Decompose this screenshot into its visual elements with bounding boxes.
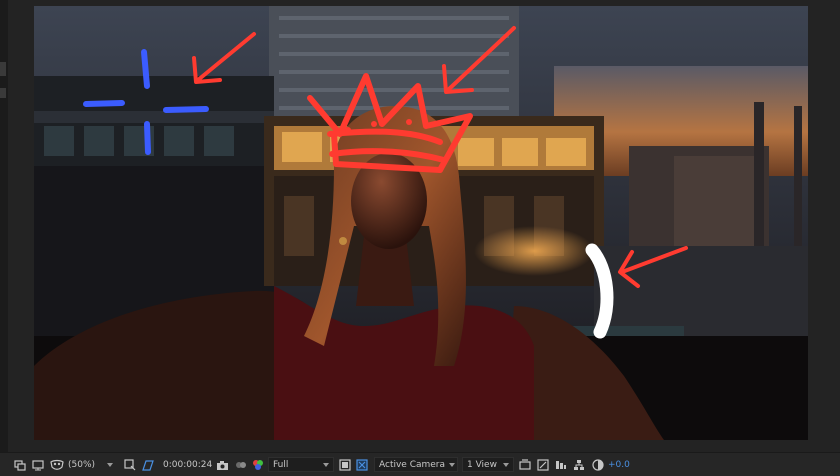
- timeline-icon[interactable]: [555, 457, 567, 473]
- panel-tab-marker[interactable]: [0, 62, 6, 76]
- always-preview-icon[interactable]: [14, 457, 26, 473]
- camera-view-value: Active Camera: [379, 459, 446, 470]
- camera-icon[interactable]: [216, 457, 229, 473]
- toggle-pixel-aspect-icon[interactable]: [519, 457, 531, 473]
- composition-frame: [34, 6, 808, 440]
- chevron-down-icon: [449, 462, 456, 467]
- show-snapshot-icon[interactable]: [235, 457, 247, 473]
- resolution-value: Full: [273, 459, 289, 470]
- composition-panel: (50%) 0:00:00:24 Full Active Camera 1 Vi…: [0, 0, 840, 476]
- composition-viewer[interactable]: [34, 6, 808, 440]
- view-layout-value: 1 View: [467, 459, 497, 470]
- flowchart-icon[interactable]: [573, 457, 585, 473]
- mask-icon[interactable]: [50, 457, 64, 473]
- timecode: 0:00:00:24: [163, 460, 213, 470]
- chevron-down-icon: [323, 462, 329, 467]
- zoom-level-dropdown[interactable]: (50%): [68, 457, 114, 473]
- camera-view-dropdown[interactable]: Active Camera: [374, 457, 458, 472]
- color-channel-icon[interactable]: [252, 457, 264, 473]
- chevron-down-icon: [503, 462, 509, 467]
- fast-preview-icon[interactable]: [339, 457, 351, 473]
- reset-exposure-icon[interactable]: [592, 457, 604, 473]
- monitor-icon[interactable]: [32, 457, 44, 473]
- exposure-value[interactable]: +0.0: [608, 457, 630, 473]
- chevron-down-icon: [107, 463, 114, 467]
- zoom-level-value: (50%): [68, 460, 96, 470]
- view-layout-dropdown[interactable]: 1 View: [462, 457, 514, 472]
- region-of-interest-icon[interactable]: [124, 457, 136, 473]
- panel-tab-marker[interactable]: [0, 88, 6, 98]
- current-time-display[interactable]: 0:00:00:24: [163, 457, 212, 473]
- left-panel-edge: [0, 0, 8, 452]
- draft-3d-icon[interactable]: [356, 457, 368, 473]
- transparency-grid-icon[interactable]: [142, 457, 154, 473]
- fit-to-screen-icon[interactable]: [537, 457, 549, 473]
- viewer-toolbar: (50%) 0:00:00:24 Full Active Camera 1 Vi…: [0, 452, 840, 476]
- resolution-dropdown[interactable]: Full: [268, 457, 334, 472]
